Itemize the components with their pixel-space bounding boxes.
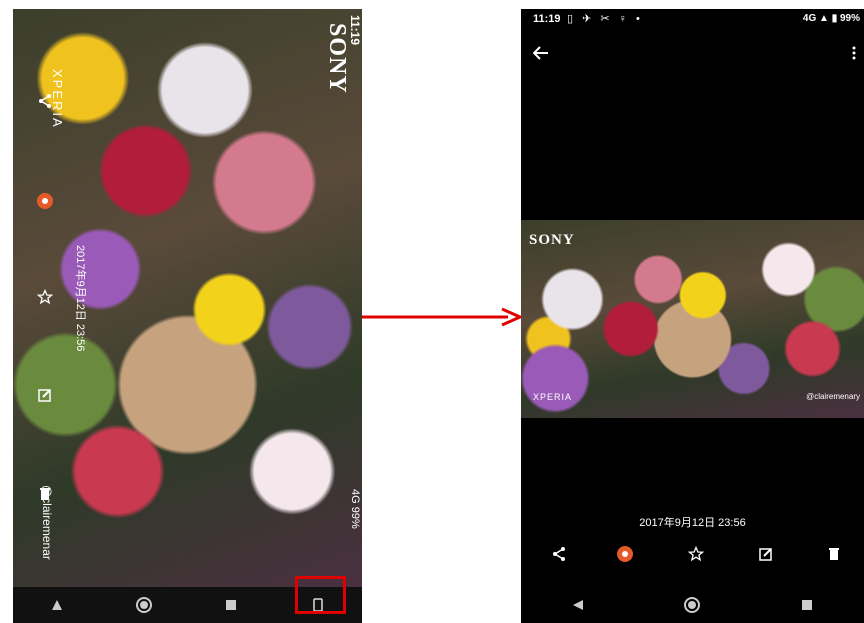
flower-photo[interactable] — [13, 9, 362, 587]
status-time: 11:19 — [533, 13, 561, 25]
status-network: 4G — [802, 13, 817, 24]
edit-button[interactable] — [756, 544, 776, 564]
flower-photo[interactable]: SONY XPERIA @clairemenary — [521, 220, 864, 418]
status-network: 4G 99% — [349, 489, 361, 529]
right-phone-screen: 11:19 ▯ ✈ ✂ ♀ • 4G ▲ ▮ 99% SONY XPERIA @… — [521, 9, 864, 623]
notification-icons: ▯ ✈ ✂ ♀ • — [567, 13, 643, 25]
edit-button[interactable] — [35, 385, 55, 405]
delete-icon — [40, 488, 50, 500]
back-button[interactable] — [533, 43, 557, 63]
share-button[interactable] — [35, 91, 55, 111]
share-icon — [553, 547, 565, 561]
nav-recents-button[interactable] — [211, 591, 251, 619]
edit-icon — [38, 389, 51, 402]
share-button[interactable] — [549, 544, 569, 564]
sony-logo: SONY — [324, 23, 350, 94]
nav-recents-button[interactable] — [787, 591, 827, 619]
delete-button[interactable] — [824, 544, 844, 564]
photo-watermark: @clairemenary — [806, 392, 860, 401]
sketch-button[interactable] — [615, 544, 635, 564]
favorite-button[interactable] — [35, 287, 55, 307]
nav-back-button[interactable] — [37, 591, 77, 619]
star-icon — [37, 289, 53, 305]
sketch-icon — [617, 546, 633, 562]
favorite-button[interactable] — [686, 544, 706, 564]
photo-date: 2017年9月12日 23:56 — [74, 245, 86, 352]
sketch-button[interactable] — [35, 191, 55, 211]
sony-logo: SONY — [529, 232, 575, 248]
edit-icon — [759, 548, 772, 561]
arrow-icon — [362, 307, 522, 327]
recents-square-icon — [226, 600, 237, 610]
recents-square-icon — [801, 600, 812, 610]
status-bar: 11:19 ▯ ✈ ✂ ♀ • 4G ▲ ▮ 99% — [521, 9, 864, 29]
nav-back-button[interactable] — [558, 591, 598, 619]
home-circle-icon — [135, 597, 152, 613]
status-time: 11:19 — [348, 15, 362, 46]
rotate-button-highlight — [295, 576, 346, 614]
sketch-icon — [37, 193, 53, 209]
navigation-bar — [521, 587, 864, 623]
status-bar: 11:19 — [348, 15, 362, 45]
photo-date: 2017年9月12日 23:56 — [639, 517, 746, 529]
nav-home-button[interactable] — [124, 591, 164, 619]
left-phone-screen: 11:19 SONY XPERIA 2017年9月12日 23:56 @clai… — [13, 9, 362, 623]
xperia-logo: XPERIA — [533, 392, 573, 402]
delete-button[interactable] — [35, 484, 55, 504]
more-vertical-icon — [852, 46, 856, 60]
home-circle-icon — [684, 597, 701, 613]
share-icon — [39, 94, 51, 108]
star-icon — [688, 546, 704, 562]
nav-home-button[interactable] — [672, 591, 712, 619]
status-battery: 99% — [349, 506, 361, 529]
delete-icon — [829, 548, 839, 560]
back-triangle-icon — [51, 600, 62, 610]
more-options-button[interactable] — [846, 43, 862, 63]
arrow-back-icon — [533, 46, 548, 60]
status-network-label: 4G — [349, 489, 361, 504]
back-triangle-icon — [573, 600, 584, 610]
status-right: 4G ▲ ▮ 99% — [802, 13, 860, 24]
photo-toolbar — [521, 539, 864, 569]
status-battery: 99% — [839, 13, 860, 24]
